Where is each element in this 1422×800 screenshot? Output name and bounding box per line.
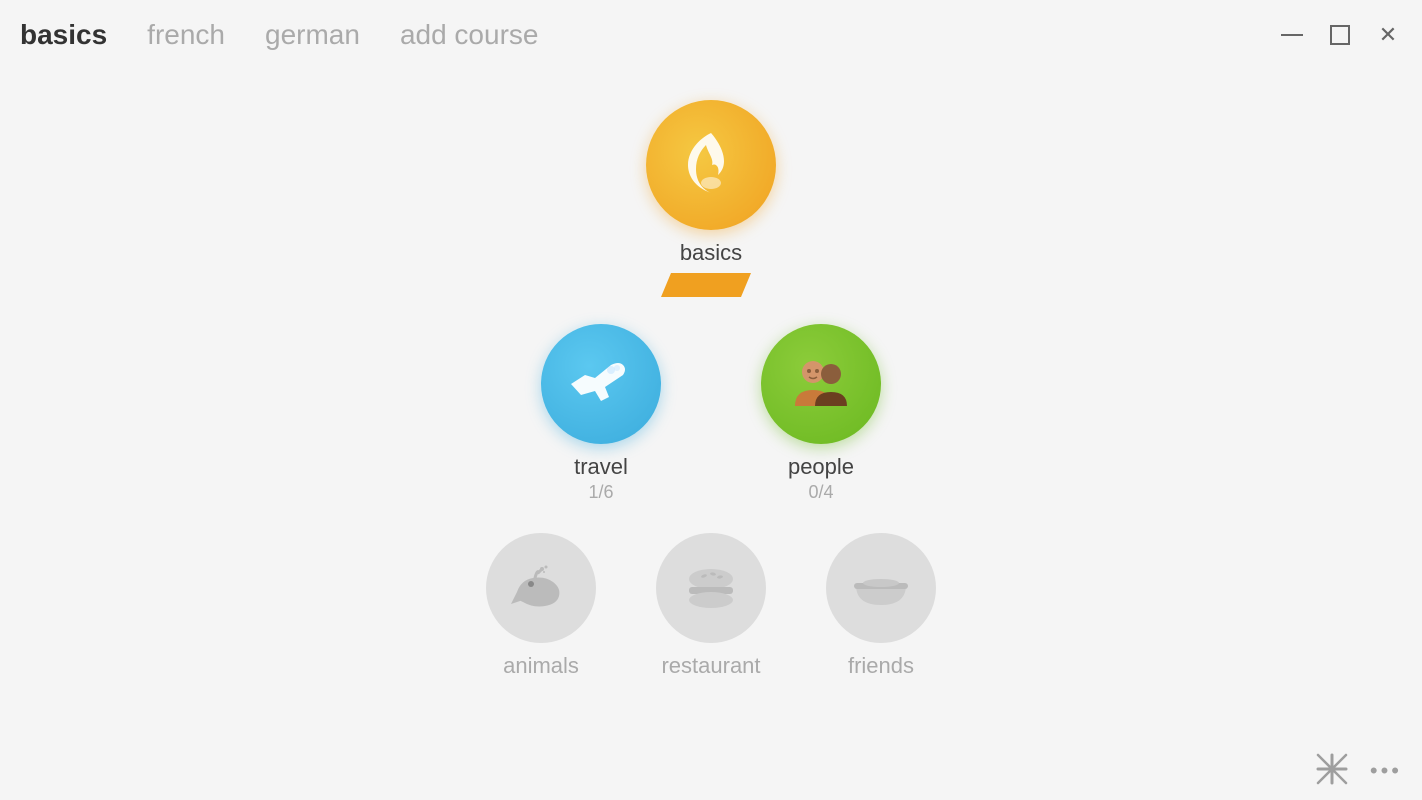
close-icon: ✕ [1379,22,1397,48]
flame-icon [680,129,742,201]
window-controls: ✕ [1278,21,1402,49]
people-node-circle[interactable] [761,324,881,444]
maximize-button[interactable] [1326,21,1354,49]
tab-german[interactable]: german [265,19,360,51]
people-node: people 0/4 [761,324,881,503]
more-button[interactable]: ••• [1370,758,1402,784]
minimize-button[interactable] [1278,21,1306,49]
people-label: people [788,454,854,480]
main-content: basics travel 1/6 [0,70,1422,699]
maximize-icon [1330,25,1350,45]
whale-icon [509,562,573,614]
animals-label: animals [503,653,579,679]
animals-node-circle[interactable] [486,533,596,643]
friends-node-circle[interactable] [826,533,936,643]
more-icon: ••• [1370,758,1402,783]
nav-tabs: basics french german add course [20,19,538,51]
restaurant-label: restaurant [661,653,760,679]
burger-icon [680,563,742,613]
title-bar: basics french german add course ✕ [0,0,1422,70]
friends-node: friends [826,533,936,679]
restaurant-node-circle[interactable] [656,533,766,643]
bowl-icon [848,565,914,611]
travel-progress: 1/6 [588,482,613,503]
tab-french[interactable]: french [147,19,225,51]
cross-icon [1314,751,1350,787]
friends-label: friends [848,653,914,679]
restaurant-node: restaurant [656,533,766,679]
airplane-icon [567,359,635,409]
node-row-travel-people: travel 1/6 people [541,324,881,503]
people-progress: 0/4 [808,482,833,503]
travel-node: travel 1/6 [541,324,661,503]
travel-node-circle[interactable] [541,324,661,444]
tab-add-course[interactable]: add course [400,19,539,51]
tab-spanish[interactable]: basics [20,19,107,51]
close-button[interactable]: ✕ [1374,21,1402,49]
cross-button[interactable] [1314,751,1350,790]
people-icon [785,354,857,414]
connector-arrow [661,271,761,299]
travel-label: travel [574,454,628,480]
animals-node: animals [486,533,596,679]
node-row-locked: animals restaurant [486,533,936,679]
bottom-bar: ••• [1314,751,1402,790]
minimize-icon [1281,34,1303,37]
node-basics: basics [646,100,776,266]
basics-label: basics [680,240,742,266]
basics-node-circle[interactable] [646,100,776,230]
